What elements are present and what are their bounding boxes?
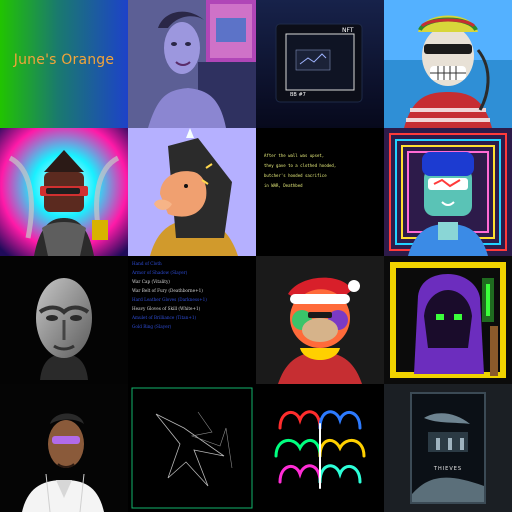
- pixel-hooded-art: [384, 256, 512, 384]
- loot-item: Hand of Cloth: [132, 261, 162, 266]
- nft-tile-metal-head[interactable]: [0, 256, 128, 384]
- tile-title: June's Orange: [13, 52, 115, 68]
- nft-tile-skeleton-rasta[interactable]: [384, 0, 512, 128]
- loot-item: Heavy Gloves of Skill (White+1): [132, 306, 201, 311]
- nft-gallery-grid: June's Orange NFT BB #7 After the wall w…: [0, 0, 512, 512]
- portrait-woman-art: [128, 0, 256, 128]
- metal-head-art: [0, 256, 128, 384]
- loot-items-list: Hand of Cloth Armor of Shadow (Slayer) War…: [132, 259, 254, 331]
- nft-tile-santa-ape[interactable]: [256, 256, 384, 384]
- nft-tile-thieves-poster[interactable]: THIEVES: [384, 384, 512, 512]
- hooded-animal-art: [128, 128, 256, 256]
- card-caption: BB #7: [290, 92, 306, 98]
- bb7-card-art: NFT BB #7: [256, 0, 384, 128]
- santa-ape-art: [256, 256, 384, 384]
- nft-tile-loot-list[interactable]: Hand of Cloth Armor of Shadow (Slayer) War…: [128, 256, 256, 384]
- thieves-poster-art: [384, 384, 512, 512]
- loot-item: Hard Leather Gloves (Darkness+1): [132, 297, 207, 302]
- nft-tile-hat-character-psychedelic[interactable]: [384, 128, 512, 256]
- poem-line: After the wall was upset,: [264, 153, 325, 158]
- nft-tile-bb7[interactable]: NFT BB #7: [256, 0, 384, 128]
- loot-item: War Cap (Vitality): [132, 279, 170, 284]
- robot-samurai-art: [0, 128, 128, 256]
- nft-badge: NFT: [342, 27, 354, 34]
- poem-line: butcher's hooded sacrifice: [264, 173, 327, 178]
- loot-item: War Belt of Fury (Deathborne+1): [132, 288, 203, 293]
- loot-item: Gold Ring (Slayer): [132, 324, 172, 329]
- poster-title: THIEVES: [433, 466, 463, 472]
- nft-tile-text-poem[interactable]: After the wall was upset, they gave to a…: [256, 128, 384, 256]
- nft-tile-robot-samurai[interactable]: [0, 128, 128, 256]
- nft-tile-hooded-animal[interactable]: [128, 128, 256, 256]
- poem-line: in WAR, Deathbed: [264, 183, 303, 188]
- skeleton-rasta-art: [384, 0, 512, 128]
- nft-tile-pixel-hooded[interactable]: [384, 256, 512, 384]
- nft-tile-portrait-woman[interactable]: [128, 0, 256, 128]
- nft-tile-junes-orange[interactable]: June's Orange: [0, 0, 128, 128]
- poem-line: they gave to a clothed hooded,: [264, 163, 337, 168]
- nft-tile-rapper[interactable]: [0, 384, 128, 512]
- rapper-art: [0, 384, 128, 512]
- abstract-lines-art: [128, 384, 256, 512]
- poem-text-block: After the wall was upset, they gave to a…: [264, 151, 380, 191]
- loot-item: Armor of Shadow (Slayer): [132, 270, 188, 275]
- neon-ornament-art: [256, 384, 384, 512]
- psychedelic-character-art: [384, 128, 512, 256]
- nft-tile-abstract-lines[interactable]: [128, 384, 256, 512]
- nft-tile-neon-ornament[interactable]: [256, 384, 384, 512]
- loot-item: Amulet of Brilliance (Titan+1): [132, 315, 197, 320]
